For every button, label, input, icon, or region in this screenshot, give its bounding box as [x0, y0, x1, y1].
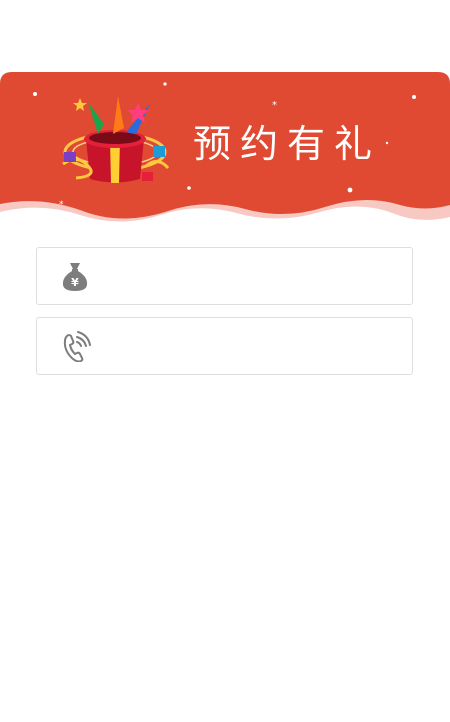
svg-text:¥: ¥ — [71, 276, 79, 289]
svg-text:*: * — [59, 200, 64, 210]
phone-field[interactable] — [36, 317, 413, 375]
page: * * 预约有礼 ¥ — [0, 0, 450, 722]
phone-input[interactable] — [107, 318, 397, 374]
amount-field[interactable]: ¥ — [36, 247, 413, 305]
phone-call-icon — [63, 331, 91, 362]
money-bag-yuan-icon: ¥ — [62, 263, 88, 291]
svg-text:*: * — [272, 100, 277, 111]
promo-banner: * * 预约有礼 — [0, 72, 450, 227]
amount-input[interactable] — [107, 248, 397, 304]
banner-title: 预约有礼 — [193, 122, 382, 166]
gift-box-icon — [62, 96, 170, 183]
